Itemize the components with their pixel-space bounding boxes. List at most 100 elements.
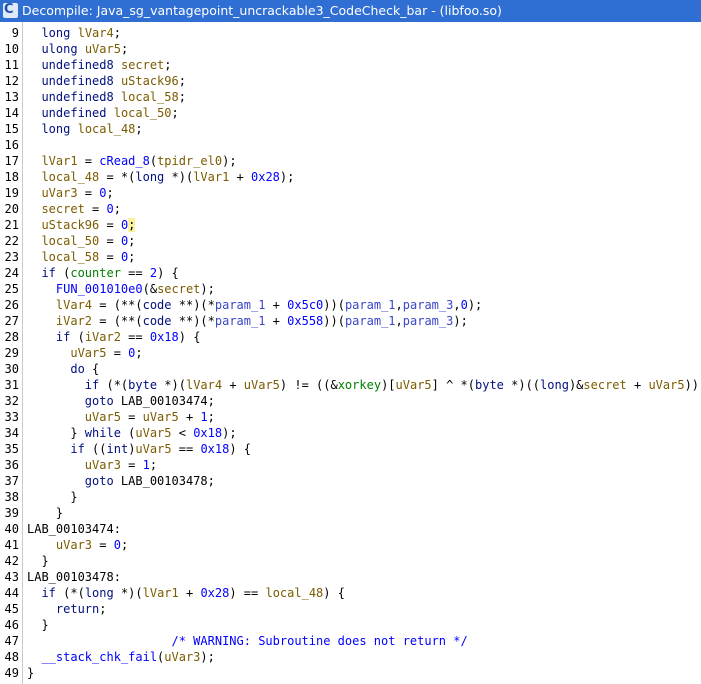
code-token[interactable] [114,74,121,88]
code-token[interactable]: = [78,186,100,200]
code-token[interactable]: ; [172,106,179,120]
code-token[interactable]: uVar5 [396,378,432,392]
code-token[interactable]: ; [107,186,114,200]
code-token[interactable]: ) != ((& [280,378,338,392]
code-token[interactable]: 2 [150,266,157,280]
code-token[interactable]: ; [99,602,106,616]
code-token[interactable]: iVar2 [85,330,121,344]
code-token[interactable]: ; [128,234,135,248]
code-token[interactable] [27,378,85,392]
code-token[interactable]: lVar4 [56,298,92,312]
code-token[interactable]: ))( [323,314,345,328]
code-token[interactable]: == [121,330,150,344]
code-token[interactable]: (& [143,282,157,296]
code-token[interactable]: ( [121,426,135,440]
code-token[interactable]: + [627,378,649,392]
code-token[interactable]: 0x28 [200,586,229,600]
code-token[interactable]: = [121,458,143,472]
code-token[interactable] [27,170,41,184]
code-token[interactable]: long [540,378,569,392]
code-token[interactable]: + [229,170,251,184]
code-token[interactable]: = (**( [92,298,142,312]
code-token[interactable] [27,474,85,488]
code-token[interactable]: ( [56,266,70,280]
code-token[interactable]: xorkey [338,378,381,392]
code-token[interactable]: } [27,666,34,680]
code-token[interactable]: lVar4 [186,378,222,392]
code-token[interactable] [106,106,113,120]
code-token[interactable]: ; [121,538,128,552]
code-token[interactable] [27,586,41,600]
code-token[interactable]: if [85,378,99,392]
code-token[interactable]: = *( [99,170,135,184]
code-token[interactable]: 0x18 [200,442,229,456]
code-token[interactable]: } [27,490,77,504]
code-token[interactable] [78,42,85,56]
code-token[interactable]: int [107,442,129,456]
code-token[interactable]: ; [208,410,215,424]
code-token[interactable]: uVar5 [70,346,106,360]
code-token[interactable]: long [85,586,114,600]
code-token[interactable] [70,26,77,40]
code-token[interactable]: + [179,410,201,424]
code-token[interactable]: uVar5 [135,442,171,456]
code-token[interactable]: LAB_00103478: [27,570,121,584]
code-token[interactable] [27,394,85,408]
code-token[interactable]: param_3 [403,314,454,328]
code-token[interactable]: ); [222,426,236,440]
code-token[interactable]: + [265,314,287,328]
code-token[interactable]: lVar1 [143,586,179,600]
code-token[interactable]: = [106,346,128,360]
code-token[interactable]: ulong [41,42,77,56]
code-token[interactable]: ; [114,26,121,40]
code-token[interactable]: ); [222,154,236,168]
code-token[interactable]: *)( [157,378,186,392]
code-token[interactable] [27,314,56,328]
code-token[interactable]: *)( [164,170,194,184]
code-token[interactable]: 0x558 [287,314,323,328]
code-token[interactable]: ; [179,74,186,88]
code-token[interactable]: if [70,442,84,456]
code-token[interactable]: secret [41,202,84,216]
code-token[interactable]: ) { [157,266,179,280]
code-token[interactable]: **)(* [172,314,215,328]
code-token[interactable]: code [143,298,172,312]
code-token[interactable]: uVar5 [85,410,121,424]
code-token[interactable] [27,122,41,136]
code-token[interactable]: ; [150,458,157,472]
code-token[interactable]: ); [453,314,467,328]
code-token[interactable]: local_48 [78,122,136,136]
code-token[interactable]: ; [128,250,135,264]
code-token[interactable]: )& [569,378,583,392]
code-token[interactable]: < [172,426,194,440]
code-token[interactable]: uVar3 [164,650,200,664]
code-token[interactable]: uVar5 [135,426,171,440]
code-token[interactable]: 1 [143,458,150,472]
code-token[interactable] [27,202,41,216]
code-token[interactable]: byte [128,378,157,392]
code-token[interactable]: 0 [461,298,468,312]
code-token[interactable]: = [85,202,107,216]
code-token[interactable]: + [265,298,287,312]
code-token[interactable]: , [396,298,403,312]
code-token[interactable]: ( [150,154,157,168]
code-token[interactable] [27,218,41,232]
code-token[interactable]: if [41,586,55,600]
code-token[interactable]: uStack96 [121,74,179,88]
code-token[interactable]: = [99,250,121,264]
code-token[interactable]: local_58 [41,250,99,264]
code-token[interactable]: uVar5 [244,378,280,392]
code-token[interactable] [27,186,41,200]
code-token[interactable]: } [27,554,48,568]
code-token[interactable]: ); [200,282,214,296]
code-token[interactable]: LAB_00103478; [114,474,215,488]
window-titlebar[interactable]: C Decompile: Java_sg_vantagepoint_uncrac… [0,0,701,22]
code-token[interactable]: ) { [229,442,251,456]
code-token[interactable] [27,42,41,56]
code-token[interactable] [27,538,56,552]
code-token[interactable]: local_48 [265,586,323,600]
code-token[interactable]: cRead_8 [99,154,150,168]
code-token[interactable]: ); [280,170,294,184]
code-token[interactable]: == [172,442,201,456]
code-token[interactable]: (*( [99,378,128,392]
